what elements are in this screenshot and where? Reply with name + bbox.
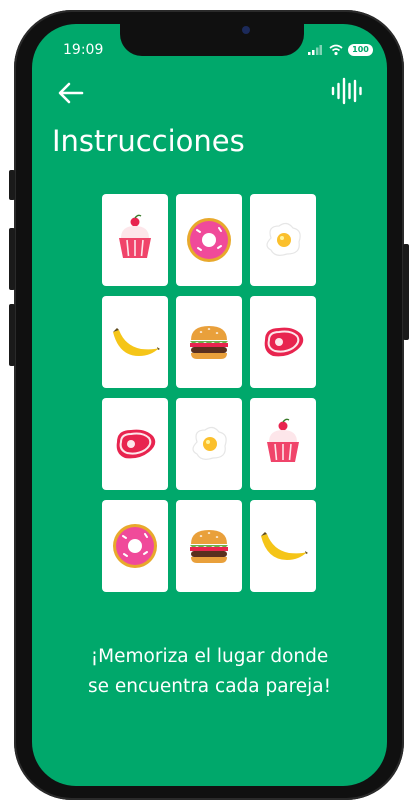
status-time: 19:09 bbox=[63, 42, 104, 58]
memory-card[interactable] bbox=[250, 398, 316, 490]
cupcake-icon bbox=[119, 214, 151, 258]
memory-card[interactable] bbox=[250, 194, 316, 286]
memory-card[interactable] bbox=[250, 296, 316, 388]
burger-icon bbox=[190, 530, 228, 563]
wifi-icon bbox=[329, 44, 343, 56]
page-title: Instrucciones bbox=[52, 124, 245, 158]
egg-icon bbox=[192, 426, 227, 460]
memory-card[interactable] bbox=[176, 296, 242, 388]
memory-card[interactable] bbox=[176, 398, 242, 490]
battery-icon: 100 bbox=[348, 44, 373, 56]
memory-card[interactable] bbox=[102, 500, 168, 592]
donut-icon bbox=[113, 524, 157, 568]
memory-card[interactable] bbox=[176, 500, 242, 592]
volume-down-button bbox=[9, 304, 15, 366]
memory-card[interactable] bbox=[250, 500, 316, 592]
instruction-line-2: se encuentra cada pareja! bbox=[87, 676, 332, 697]
instruction-message: ¡Memoriza el lugar donde se encuentra ca… bbox=[52, 642, 367, 702]
memory-card[interactable] bbox=[102, 398, 168, 490]
volume-up-button bbox=[9, 228, 15, 290]
cupcake-icon bbox=[267, 418, 299, 462]
signal-icon bbox=[308, 45, 322, 55]
banana-icon bbox=[261, 532, 308, 560]
memory-card[interactable] bbox=[176, 194, 242, 286]
egg-icon bbox=[266, 222, 301, 256]
audio-wave-icon[interactable] bbox=[330, 76, 364, 106]
steak-icon bbox=[264, 327, 304, 357]
steak-icon bbox=[116, 429, 156, 459]
silent-switch bbox=[9, 170, 15, 200]
memory-card[interactable] bbox=[102, 296, 168, 388]
burger-icon bbox=[190, 326, 228, 359]
donut-icon bbox=[187, 218, 231, 262]
banana-icon bbox=[113, 328, 160, 356]
instruction-line-1: ¡Memoriza el lugar donde bbox=[90, 646, 329, 667]
notch bbox=[120, 24, 304, 56]
memory-card[interactable] bbox=[102, 194, 168, 286]
camera-icon bbox=[242, 26, 250, 34]
app-screen: 19:09 100 Instrucciones ¡Memoriza el lug… bbox=[32, 24, 387, 786]
power-button bbox=[403, 244, 409, 340]
back-arrow-icon[interactable] bbox=[56, 78, 86, 108]
